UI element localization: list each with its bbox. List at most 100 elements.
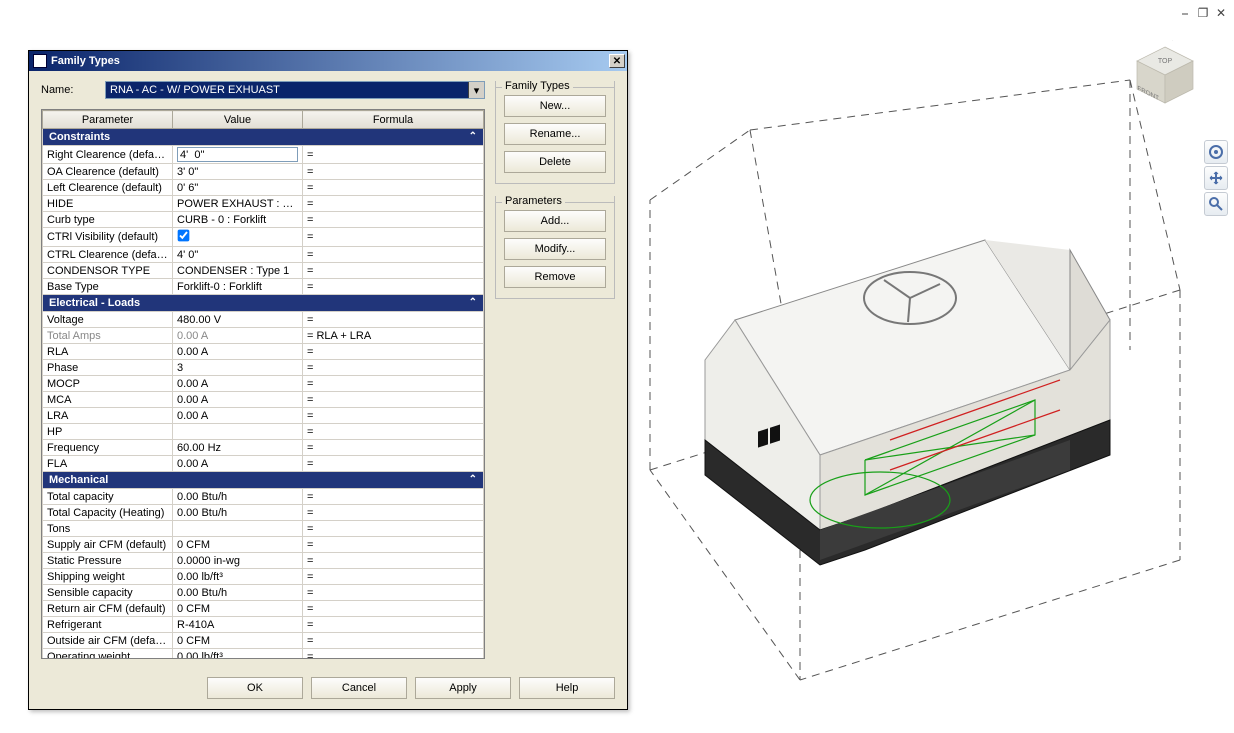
parameter-formula-cell[interactable]: = <box>303 424 484 440</box>
parameter-formula-cell[interactable]: = <box>303 312 484 328</box>
parameter-value-cell[interactable]: CONDENSER : Type 1 <box>173 263 303 279</box>
help-button[interactable]: Help <box>519 677 615 699</box>
parameter-row[interactable]: RLA0.00 A= <box>43 344 484 360</box>
parameter-formula-cell[interactable]: = <box>303 585 484 601</box>
parameter-formula-cell[interactable]: = <box>303 376 484 392</box>
column-parameter[interactable]: Parameter <box>43 111 173 129</box>
parameter-row[interactable]: HP= <box>43 424 484 440</box>
parameter-value-cell[interactable]: 0.00 lb/ft³ <box>173 649 303 660</box>
parameter-row[interactable]: Curb typeCURB - 0 : Forklift= <box>43 212 484 228</box>
parameter-row[interactable]: Voltage480.00 V= <box>43 312 484 328</box>
parameter-row[interactable]: CTRL Clearence (default)4' 0"= <box>43 247 484 263</box>
ok-button[interactable]: OK <box>207 677 303 699</box>
parameter-value-cell[interactable]: 0' 6" <box>173 180 303 196</box>
parameter-row[interactable]: Outside air CFM (default)0 CFM= <box>43 633 484 649</box>
parameter-formula-cell[interactable]: = <box>303 228 484 247</box>
section-header[interactable]: Mechanical⌃ <box>43 472 484 489</box>
parameter-value-cell[interactable]: 60.00 Hz <box>173 440 303 456</box>
parameter-value-cell[interactable] <box>173 146 303 164</box>
type-name-combo[interactable]: RNA - AC - W/ POWER EXHUAST ▾ <box>105 81 485 99</box>
pan-icon[interactable] <box>1204 166 1228 190</box>
add-parameter-button[interactable]: Add... <box>504 210 606 232</box>
parameter-formula-cell[interactable]: = <box>303 279 484 295</box>
parameter-row[interactable]: Static Pressure0.0000 in-wg= <box>43 553 484 569</box>
parameter-formula-cell[interactable]: = <box>303 164 484 180</box>
parameter-row[interactable]: MOCP0.00 A= <box>43 376 484 392</box>
parameter-formula-cell[interactable]: = <box>303 505 484 521</box>
parameter-value-cell[interactable]: 0 CFM <box>173 601 303 617</box>
parameter-formula-cell[interactable]: = <box>303 360 484 376</box>
parameter-formula-cell[interactable]: = <box>303 601 484 617</box>
cancel-button[interactable]: Cancel <box>311 677 407 699</box>
parameter-value-cell[interactable]: Forklift-0 : Forklift <box>173 279 303 295</box>
parameter-value-cell[interactable] <box>173 521 303 537</box>
parameter-formula-cell[interactable]: = <box>303 569 484 585</box>
column-formula[interactable]: Formula <box>303 111 484 129</box>
apply-button[interactable]: Apply <box>415 677 511 699</box>
parameter-formula-cell[interactable]: = <box>303 489 484 505</box>
parameter-row[interactable]: Shipping weight0.00 lb/ft³= <box>43 569 484 585</box>
parameter-value-cell[interactable]: R-410A <box>173 617 303 633</box>
parameter-value-input[interactable] <box>177 147 298 162</box>
parameter-formula-cell[interactable]: = <box>303 344 484 360</box>
parameter-row[interactable]: CONDENSOR TYPECONDENSER : Type 1= <box>43 263 484 279</box>
parameter-value-cell[interactable]: 0.00 Btu/h <box>173 489 303 505</box>
minimize-icon[interactable]: ⎯ <box>1178 6 1192 20</box>
parameter-value-cell[interactable]: 3 <box>173 360 303 376</box>
parameter-formula-cell[interactable]: = <box>303 146 484 164</box>
parameter-row[interactable]: RefrigerantR-410A= <box>43 617 484 633</box>
parameter-formula-cell[interactable]: = <box>303 180 484 196</box>
parameter-formula-cell[interactable]: = <box>303 649 484 660</box>
parameter-value-cell[interactable]: 4' 0" <box>173 247 303 263</box>
parameter-formula-cell[interactable]: = RLA + LRA <box>303 328 484 344</box>
parameter-formula-cell[interactable]: = <box>303 392 484 408</box>
parameter-value-cell[interactable] <box>173 228 303 247</box>
parameter-row[interactable]: CTRl Visibility (default)= <box>43 228 484 247</box>
parameter-value-cell[interactable]: 0.00 A <box>173 328 303 344</box>
parameter-value-cell[interactable] <box>173 424 303 440</box>
collapse-icon[interactable]: ⌃ <box>469 297 477 308</box>
parameter-formula-cell[interactable]: = <box>303 633 484 649</box>
parameter-row[interactable]: OA Clearence (default)3' 0"= <box>43 164 484 180</box>
parameter-row[interactable]: Phase3= <box>43 360 484 376</box>
parameter-row[interactable]: FLA0.00 A= <box>43 456 484 472</box>
parameter-formula-cell[interactable]: = <box>303 553 484 569</box>
parameter-formula-cell[interactable]: = <box>303 521 484 537</box>
parameter-value-cell[interactable]: 0.00 A <box>173 376 303 392</box>
parameter-row[interactable]: Base TypeForklift-0 : Forklift= <box>43 279 484 295</box>
parameter-row[interactable]: Right Clearence (default)= <box>43 146 484 164</box>
parameter-formula-cell[interactable]: = <box>303 196 484 212</box>
parameter-row[interactable]: Total Amps0.00 A= RLA + LRA <box>43 328 484 344</box>
dialog-close-button[interactable]: ✕ <box>609 54 625 68</box>
parameter-row[interactable]: Return air CFM (default)0 CFM= <box>43 601 484 617</box>
steering-wheel-icon[interactable] <box>1204 140 1228 164</box>
parameter-value-cell[interactable]: 0.00 A <box>173 456 303 472</box>
parameter-formula-cell[interactable]: = <box>303 617 484 633</box>
parameter-row[interactable]: Total Capacity (Heating)0.00 Btu/h= <box>43 505 484 521</box>
parameter-row[interactable]: MCA0.00 A= <box>43 392 484 408</box>
parameter-formula-cell[interactable]: = <box>303 440 484 456</box>
parameter-row[interactable]: Frequency60.00 Hz= <box>43 440 484 456</box>
parameter-formula-cell[interactable]: = <box>303 247 484 263</box>
parameter-row[interactable]: Tons= <box>43 521 484 537</box>
parameter-table[interactable]: Parameter Value Formula Constraints⌃Righ… <box>41 109 485 659</box>
parameter-value-cell[interactable]: 0.00 Btu/h <box>173 585 303 601</box>
delete-type-button[interactable]: Delete <box>504 151 606 173</box>
parameter-row[interactable]: Left Clearence (default)0' 6"= <box>43 180 484 196</box>
zoom-icon[interactable] <box>1204 192 1228 216</box>
parameter-value-cell[interactable]: 0.00 A <box>173 408 303 424</box>
parameter-row[interactable]: LRA0.00 A= <box>43 408 484 424</box>
parameter-value-cell[interactable]: 0.0000 in-wg <box>173 553 303 569</box>
parameter-value-cell[interactable]: 3' 0" <box>173 164 303 180</box>
model-viewport[interactable] <box>640 40 1200 700</box>
modify-parameter-button[interactable]: Modify... <box>504 238 606 260</box>
chevron-down-icon[interactable]: ▾ <box>468 82 484 98</box>
parameter-formula-cell[interactable]: = <box>303 212 484 228</box>
column-value[interactable]: Value <box>173 111 303 129</box>
collapse-icon[interactable]: ⌃ <box>469 474 477 485</box>
parameter-value-cell[interactable]: 0.00 Btu/h <box>173 505 303 521</box>
section-header[interactable]: Constraints⌃ <box>43 129 484 146</box>
parameter-value-cell[interactable]: 0.00 A <box>173 344 303 360</box>
section-header[interactable]: Electrical - Loads⌃ <box>43 295 484 312</box>
parameter-formula-cell[interactable]: = <box>303 456 484 472</box>
